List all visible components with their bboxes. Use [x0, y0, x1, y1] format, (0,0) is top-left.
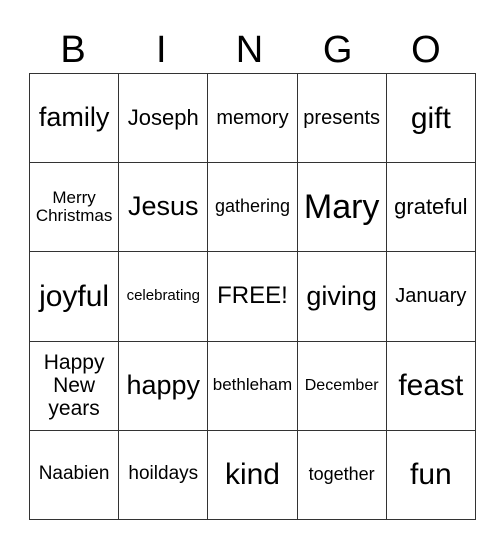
bingo-cell: hoildays	[118, 429, 209, 520]
bingo-cell: FREE!	[207, 251, 298, 342]
bingo-cell: giving	[296, 251, 387, 342]
bingo-grid: family Joseph memory presents gift Merry…	[28, 72, 476, 520]
header-letter-b: B	[60, 29, 86, 71]
bingo-cell: family	[28, 72, 120, 164]
bingo-cell: Happy New years	[28, 340, 120, 431]
bingo-cell: gathering	[207, 162, 298, 253]
header-letter-g: G	[322, 29, 353, 71]
bingo-cell: Merry Christmas	[28, 162, 120, 253]
grid-row: joyful celebrating FREE! giving January	[28, 251, 476, 342]
grid-row: Happy New years happy bethleham December…	[28, 340, 476, 431]
bingo-cell: grateful	[385, 162, 476, 253]
header-letter-o: O	[411, 29, 441, 71]
bingo-cell: joyful	[28, 251, 120, 342]
bingo-cell: happy	[118, 340, 209, 431]
bingo-cell: Jesus	[118, 162, 209, 253]
bingo-cell: memory	[207, 72, 298, 164]
grid-row: family Joseph memory presents gift	[28, 72, 476, 164]
bingo-header: B I N G O	[29, 28, 470, 72]
grid-row: Naabien hoildays kind together fun	[28, 429, 476, 520]
bingo-cell: Naabien	[28, 429, 120, 520]
bingo-cell: fun	[385, 429, 476, 520]
bingo-cell: together	[296, 429, 387, 520]
bingo-cell: Joseph	[118, 72, 209, 164]
bingo-cell: feast	[385, 340, 476, 431]
bingo-cell: presents	[296, 72, 387, 164]
header-letter-n: N	[235, 29, 264, 71]
grid-row: Merry Christmas Jesus gathering Mary gra…	[28, 162, 476, 253]
bingo-cell: gift	[385, 72, 476, 164]
bingo-cell: Mary	[296, 162, 387, 253]
bingo-cell: January	[385, 251, 476, 342]
bingo-cell: celebrating	[118, 251, 209, 342]
bingo-cell: kind	[207, 429, 298, 520]
bingo-cell: bethleham	[207, 340, 298, 431]
header-letter-i: I	[156, 29, 167, 71]
bingo-cell: December	[296, 340, 387, 431]
